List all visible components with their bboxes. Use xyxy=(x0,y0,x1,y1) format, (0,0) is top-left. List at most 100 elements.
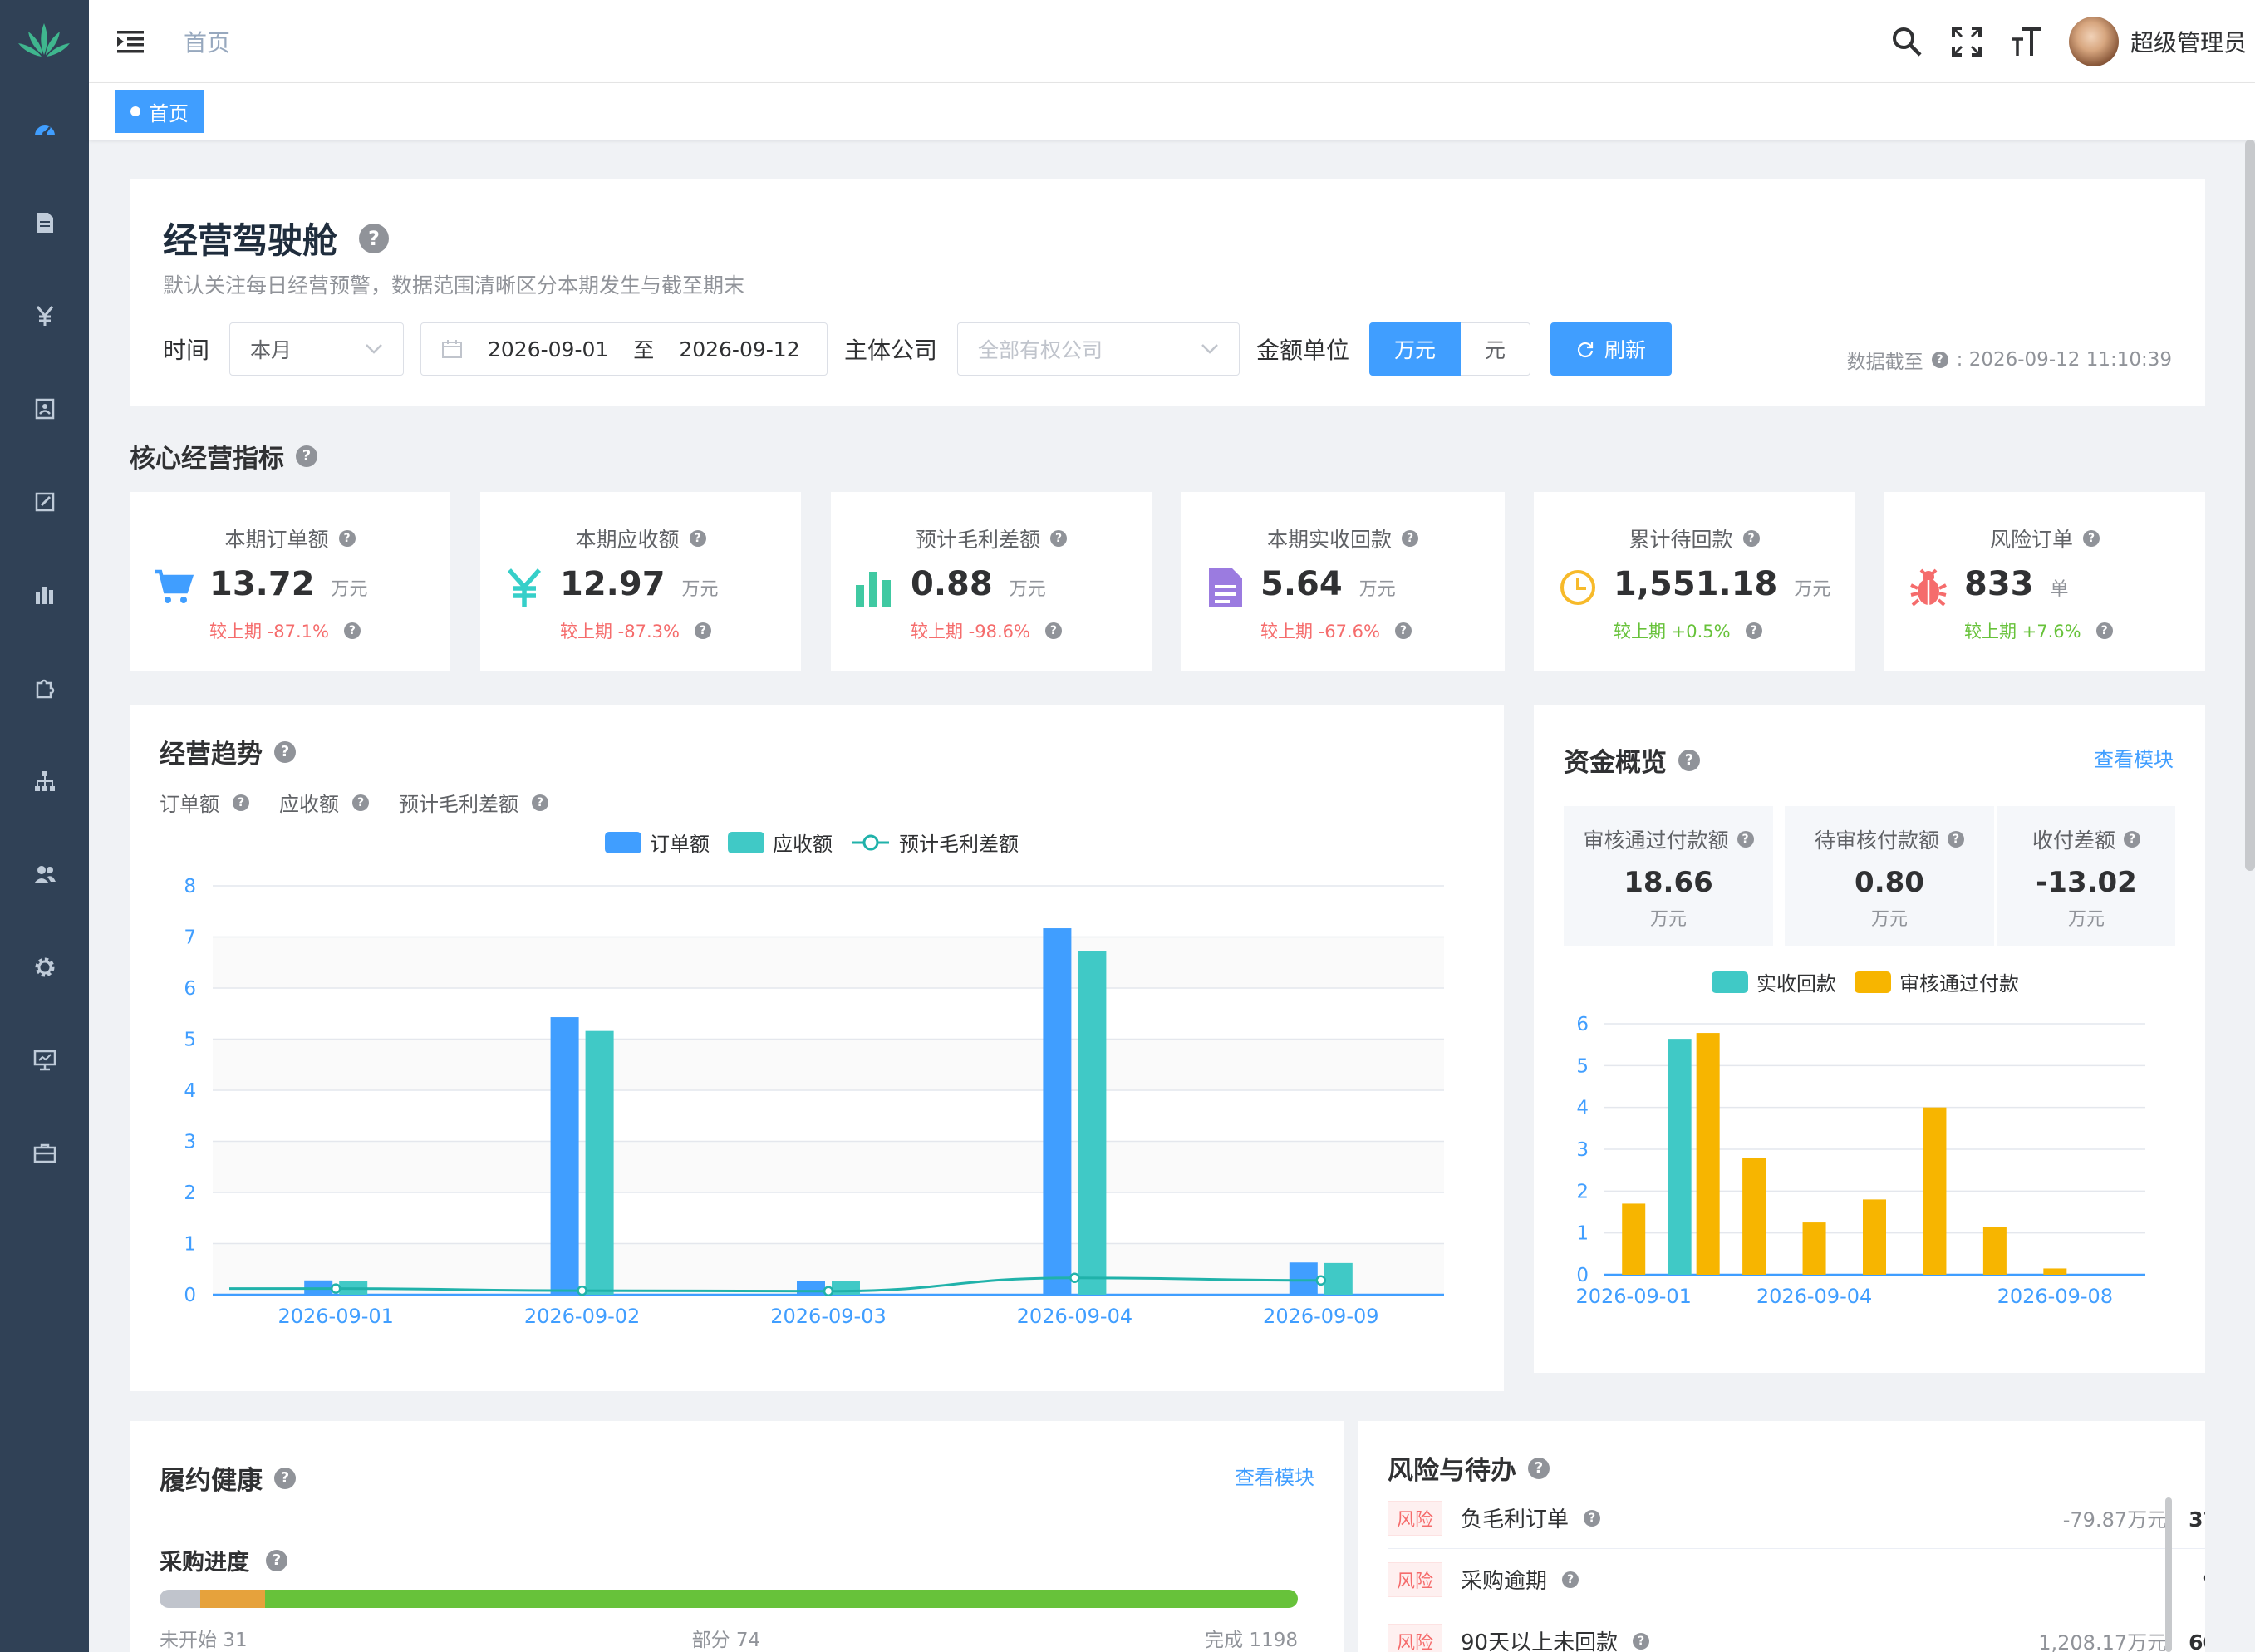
legend-label: 审核通过付款 xyxy=(1899,972,2019,996)
help-icon[interactable]: ? xyxy=(1528,1457,1550,1479)
risk-list-scrollbar[interactable] xyxy=(2165,1497,2172,1652)
help-icon[interactable]: ? xyxy=(2124,831,2140,848)
help-icon[interactable]: ? xyxy=(296,445,317,467)
legend-margin[interactable]: 预计毛利差额 xyxy=(851,828,1019,857)
kpi-label: 预计毛利差额 ? xyxy=(831,524,1152,553)
yen-icon xyxy=(36,306,54,326)
kpi-card[interactable]: 本期订单额 ? 13.72 万元 较上期 -87.1% ? xyxy=(130,492,450,671)
date-end[interactable]: 2026-09-12 xyxy=(679,337,799,361)
kpi-card[interactable]: 预计毛利差额 ? 0.88 万元 较上期 -98.6% ? xyxy=(831,492,1152,671)
sidebar-item-contacts[interactable] xyxy=(28,392,61,425)
x-tick-label: 2026-09-08 xyxy=(1997,1285,2113,1308)
help-icon[interactable]: ? xyxy=(1742,530,1760,547)
help-icon[interactable]: ? xyxy=(1737,831,1754,848)
health-view-module-link[interactable]: 查看模块 xyxy=(1235,1461,1314,1490)
help-icon[interactable]: ? xyxy=(1745,622,1762,639)
sidebar-item-organization[interactable] xyxy=(28,765,61,798)
help-icon[interactable]: ? xyxy=(352,794,369,811)
help-icon[interactable]: ? xyxy=(1562,1571,1579,1588)
help-icon[interactable]: ? xyxy=(1678,749,1700,771)
help-icon[interactable]: ? xyxy=(359,223,390,253)
company-select[interactable]: 全部有权公司 xyxy=(957,322,1240,376)
sidebar-item-finance[interactable] xyxy=(28,299,61,332)
tag-home[interactable]: 首页 xyxy=(115,90,204,133)
help-icon[interactable]: ? xyxy=(274,1467,296,1489)
help-icon[interactable]: ? xyxy=(2095,622,2113,639)
sidebar-item-edit[interactable] xyxy=(28,485,61,519)
avatar[interactable] xyxy=(2068,17,2119,66)
legend-receivable[interactable]: 应收额 xyxy=(728,828,833,857)
y-tick-label: 1 xyxy=(184,1234,196,1256)
help-icon[interactable]: ? xyxy=(689,530,706,547)
legend-actual-receipt[interactable]: 实收回款 xyxy=(1712,967,1836,996)
legend-approved-payment[interactable]: 审核通过付款 xyxy=(1855,967,2019,996)
kpi-value: 1,551.18 万元 xyxy=(1614,565,1830,603)
unit-wan-button[interactable]: 万元 xyxy=(1369,322,1461,376)
sidebar-item-dashboard[interactable] xyxy=(28,113,61,146)
date-start[interactable]: 2026-09-01 xyxy=(488,337,608,361)
unit-yuan-button[interactable]: 元 xyxy=(1461,322,1530,376)
sidebar-item-reports[interactable] xyxy=(28,578,61,612)
help-icon[interactable]: ? xyxy=(1633,1632,1650,1650)
kpi-unit: 万元 xyxy=(681,579,719,600)
sidebar-item-monitor[interactable] xyxy=(28,1044,61,1077)
help-icon[interactable]: ? xyxy=(532,794,548,811)
help-icon[interactable]: ? xyxy=(1044,622,1062,639)
help-icon[interactable]: ? xyxy=(1394,622,1412,639)
sidebar-item-toolbox[interactable] xyxy=(28,1137,61,1170)
period-select-wrap: 本月 xyxy=(229,322,404,376)
kpi-card[interactable]: 本期应收额 ? 12.97 万元 较上期 -87.3% ? xyxy=(480,492,801,671)
fund-box-unit: 万元 xyxy=(1649,909,1687,930)
kpi-card[interactable]: 本期实收回款 ? 5.64 万元 较上期 -67.6% ? xyxy=(1181,492,1505,671)
bar xyxy=(1622,1203,1646,1275)
risk-row[interactable]: 风险 负毛利订单 ? -79.87万元 378 单 xyxy=(1388,1487,2205,1549)
risk-row[interactable]: 风险 90天以上未回款 ? 1,208.17万元 601 单 xyxy=(1388,1610,2205,1652)
help-icon[interactable]: ? xyxy=(1931,352,1948,368)
company-select-wrap: 全部有权公司 xyxy=(957,322,1240,376)
risk-name: 90天以上未回款 ? xyxy=(1461,1625,1650,1652)
menu-toggle-icon[interactable] xyxy=(115,28,145,55)
help-icon[interactable]: ? xyxy=(1050,530,1067,547)
period-select[interactable]: 本月 xyxy=(229,322,404,376)
help-icon[interactable]: ? xyxy=(1948,831,1964,848)
kpi-compare: 较上期 -67.6% ? xyxy=(1260,618,1412,643)
logo-icon[interactable] xyxy=(17,20,71,61)
fund-box-approved: 审核通过付款额? 18.66 万元 xyxy=(1564,806,1773,946)
risk-row[interactable]: 风险 采购逾期 ? 91 单 xyxy=(1388,1549,2205,1610)
help-icon[interactable]: ? xyxy=(266,1549,287,1571)
font-size-button[interactable] xyxy=(2009,24,2044,59)
help-icon[interactable]: ? xyxy=(694,622,711,639)
page-scrollbar[interactable] xyxy=(2245,140,2255,871)
kpi-card[interactable]: 累计待回款 ? 1,551.18 万元 较上期 +0.5% ? xyxy=(1534,492,1855,671)
date-range-picker[interactable]: 2026-09-01 至 2026-09-12 xyxy=(420,322,828,376)
fullscreen-button[interactable] xyxy=(1949,24,1984,59)
progress-label-not-started: 未开始 31 xyxy=(160,1630,248,1651)
calendar-icon xyxy=(442,340,462,358)
kpi-label: 本期订单额 ? xyxy=(130,524,450,553)
help-icon[interactable]: ? xyxy=(2083,530,2100,547)
sidebar-item-settings[interactable] xyxy=(28,951,61,984)
help-icon[interactable]: ? xyxy=(1584,1509,1601,1527)
help-icon[interactable]: ? xyxy=(274,740,296,763)
legend-order[interactable]: 订单额 xyxy=(605,828,710,857)
kpi-card[interactable]: 风险订单 ? 833 单 较上期 +7.6% ? xyxy=(1884,492,2205,671)
search-button[interactable] xyxy=(1889,24,1924,59)
help-icon[interactable]: ? xyxy=(1402,530,1418,547)
kpi-compare: 较上期 +7.6% ? xyxy=(1964,618,2113,643)
help-icon[interactable]: ? xyxy=(338,530,356,547)
username[interactable]: 超级管理员 xyxy=(2130,25,2247,58)
help-icon[interactable]: ? xyxy=(233,794,249,811)
help-icon[interactable]: ? xyxy=(343,622,361,639)
sidebar-item-plugins[interactable] xyxy=(28,671,61,705)
refresh-button[interactable]: 刷新 xyxy=(1550,322,1672,376)
dashboard-header-card: 经营驾驶舱 ? 默认关注每日经营预警，数据范围清晰区分本期发生与截至期末 时间 … xyxy=(130,179,2205,406)
sidebar-item-users[interactable] xyxy=(28,858,61,891)
fund-view-module-link[interactable]: 查看模块 xyxy=(2094,743,2174,772)
legend-swatch xyxy=(605,831,641,853)
kpi-unit: 万元 xyxy=(1009,579,1046,600)
chevron-down-icon xyxy=(1201,344,1218,354)
y-tick-label: 6 xyxy=(1576,1014,1589,1035)
sidebar-item-documents[interactable] xyxy=(28,206,61,239)
fund-legend: 实收回款 审核通过付款 xyxy=(1712,967,2019,996)
refresh-label: 刷新 xyxy=(1604,338,1646,362)
